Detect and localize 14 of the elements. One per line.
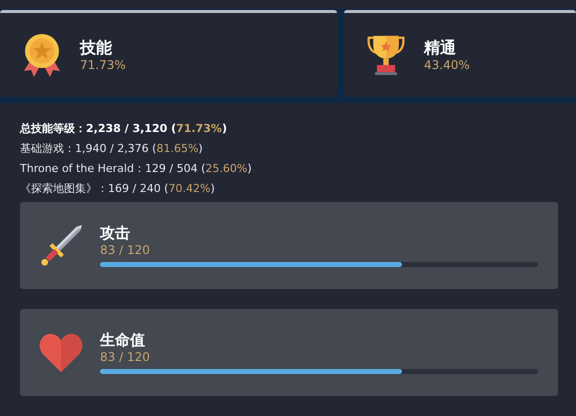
card-percent: 71.73% [80, 58, 126, 72]
stat-line: 总技能等级：2,238 / 3,120 (71.73%) [20, 121, 228, 136]
stat-line: 基础游戏：1,940 / 2,376 (81.65%) [20, 141, 204, 156]
medal-icon [22, 33, 62, 77]
stat-line: 《探索地图集》：169 / 240 (70.42%) [20, 181, 216, 196]
card-title: 技能 [80, 38, 113, 58]
skill-name: 生命值 [100, 331, 146, 350]
stat-line: Throne of the Herald：129 / 504 (25.60%) [20, 161, 253, 176]
skill-name: 攻击 [100, 224, 131, 243]
card-title: 精通 [424, 38, 457, 58]
trophy-icon [366, 33, 406, 77]
card-percent: 43.40% [424, 58, 470, 72]
skill-value: 83 / 120 [100, 350, 151, 365]
skill-value: 83 / 120 [100, 243, 151, 258]
